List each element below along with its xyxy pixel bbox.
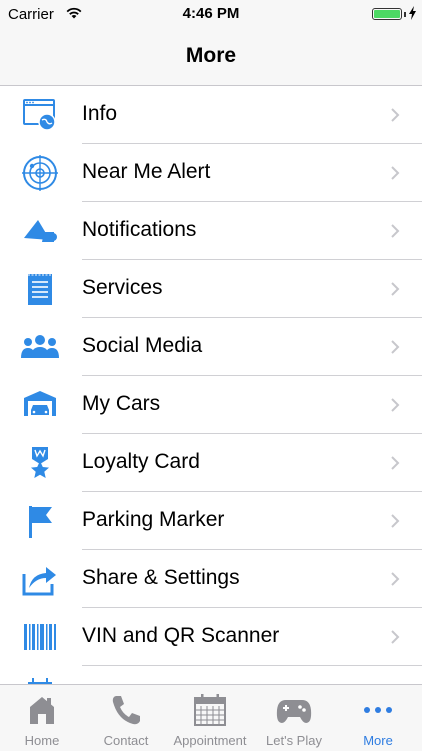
menu-item-social-media[interactable]: Social Media (0, 318, 422, 376)
menu-item-label: VIN and QR Scanner (82, 624, 280, 647)
menu-item-parking-marker[interactable]: Parking Marker (0, 492, 422, 550)
calendar-icon (20, 676, 60, 684)
notepad-icon (20, 270, 60, 308)
loyalty-badge-icon (20, 444, 60, 482)
menu-item-label: Info (82, 102, 118, 125)
info-window-icon (20, 96, 60, 134)
phone-icon (108, 693, 144, 727)
tab-bar: Home Contact Appointment Let's Play More (0, 684, 422, 751)
chevron-right-icon (391, 572, 400, 586)
tab-contact[interactable]: Contact (84, 685, 168, 751)
status-bar: Carrier 4:46 PM (0, 0, 422, 28)
menu-item-near-me-alert[interactable]: Near Me Alert (0, 144, 422, 202)
chevron-right-icon (391, 166, 400, 180)
more-dots-icon (360, 693, 396, 727)
chevron-right-icon (391, 224, 400, 238)
chevron-right-icon (391, 340, 400, 354)
tab-more[interactable]: More (336, 685, 420, 751)
chevron-right-icon (391, 282, 400, 296)
menu-item-notifications[interactable]: Notifications (0, 202, 422, 260)
tab-label: Home (24, 733, 60, 748)
tab-label: Contact (103, 733, 149, 748)
tab-home[interactable]: Home (0, 685, 84, 751)
menu-item-loyalty-card[interactable]: Loyalty Card (0, 434, 422, 492)
megaphone-icon (20, 212, 60, 250)
menu-item-info[interactable]: Info (0, 86, 422, 144)
radar-icon (20, 154, 60, 192)
menu-item-partial[interactable] (0, 666, 422, 684)
charging-bolt-icon (409, 6, 416, 20)
chevron-right-icon (391, 108, 400, 122)
navigation-bar: More (0, 28, 422, 86)
menu-item-services[interactable]: Services (0, 260, 422, 318)
chevron-right-icon (391, 398, 400, 412)
chevron-right-icon (391, 514, 400, 528)
tab-label: More (363, 733, 393, 748)
people-group-icon (20, 328, 60, 366)
menu-item-label: Social Media (82, 334, 203, 357)
garage-car-icon (20, 386, 60, 424)
home-icon (24, 693, 60, 727)
menu-item-label: Notifications (82, 218, 197, 241)
flag-icon (20, 502, 60, 540)
menu-item-label: My Cars (82, 392, 161, 415)
tab-appointment[interactable]: Appointment (168, 685, 252, 751)
page-title: More (185, 44, 237, 67)
chevron-right-icon (391, 630, 400, 644)
battery-tip (404, 12, 406, 17)
menu-item-label: Near Me Alert (82, 160, 211, 183)
gamepad-icon (276, 693, 312, 727)
menu-item-label: Parking Marker (82, 508, 225, 531)
status-time: 4:46 PM (182, 5, 240, 22)
tab-label: Let's Play (266, 733, 322, 748)
menu-item-label: Services (82, 276, 163, 299)
menu-item-label: Share & Settings (82, 566, 240, 589)
share-arrow-icon (20, 560, 60, 598)
menu-item-my-cars[interactable]: My Cars (0, 376, 422, 434)
menu-item-label: Loyalty Card (82, 450, 200, 473)
battery-icon (372, 8, 402, 20)
menu-item-vin-qr-scanner[interactable]: VIN and QR Scanner (0, 608, 422, 666)
barcode-icon (20, 618, 60, 656)
tab-lets-play[interactable]: Let's Play (252, 685, 336, 751)
tab-label: Appointment (173, 733, 247, 748)
calendar-icon (192, 693, 228, 727)
more-menu-list[interactable]: Info Near Me Alert Notifications Service… (0, 86, 422, 684)
chevron-right-icon (391, 456, 400, 470)
menu-item-share-settings[interactable]: Share & Settings (0, 550, 422, 608)
